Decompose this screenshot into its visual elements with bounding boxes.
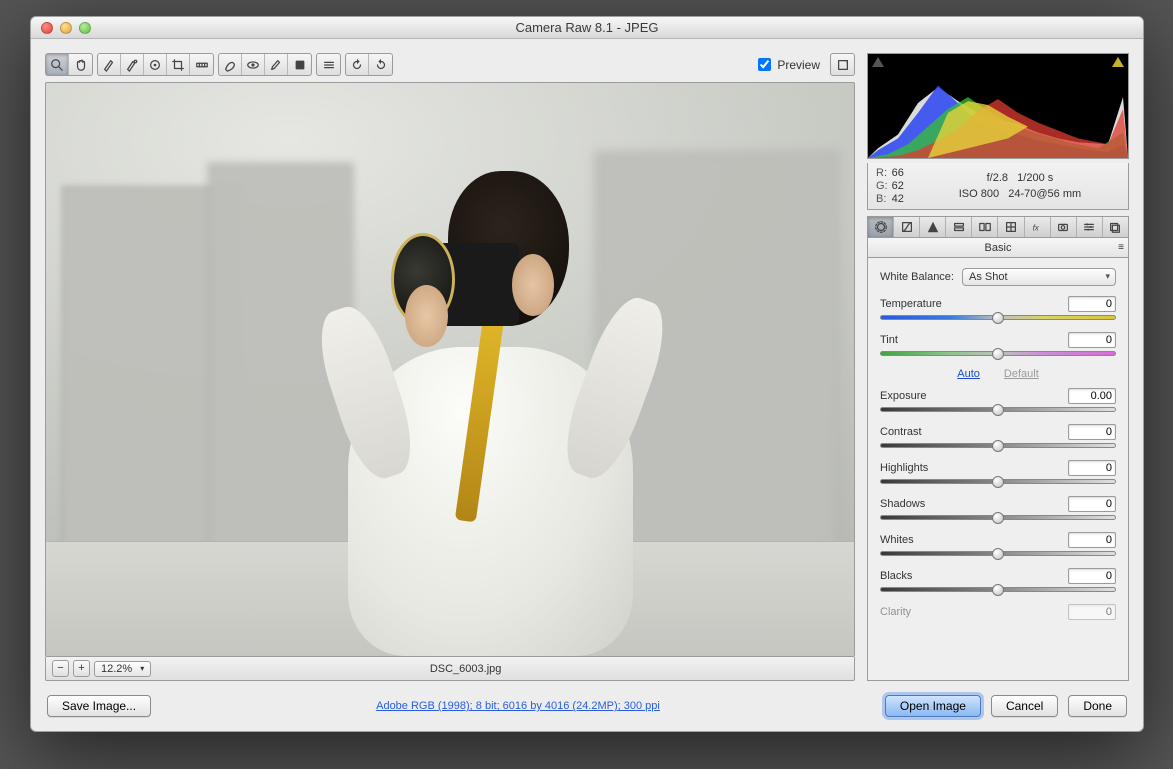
- adjustment-brush-icon[interactable]: [265, 54, 288, 75]
- white-balance-select[interactable]: As Shot: [962, 268, 1116, 286]
- grad-filter-icon[interactable]: [288, 54, 311, 75]
- redeye-tool-icon[interactable]: [242, 54, 265, 75]
- highlights-input[interactable]: [1068, 460, 1116, 476]
- image-status-bar: − + 12.2%▾ DSC_6003.jpg: [45, 657, 855, 681]
- save-image-button[interactable]: Save Image...: [47, 695, 151, 717]
- clarity-input[interactable]: [1068, 604, 1116, 620]
- close-icon[interactable]: [41, 22, 53, 34]
- panel-title-bar: Basic ≡: [867, 238, 1129, 258]
- preview-label: Preview: [777, 58, 820, 72]
- whites-input[interactable]: [1068, 532, 1116, 548]
- photo-content: [46, 83, 854, 656]
- r-label: R:: [876, 167, 888, 179]
- exposure-label: Exposure: [880, 390, 926, 402]
- tab-hsl-icon[interactable]: [946, 217, 972, 237]
- zoom-value: 12.2%: [101, 663, 132, 675]
- blacks-input[interactable]: [1068, 568, 1116, 584]
- camera-raw-window: Camera Raw 8.1 - JPEG: [30, 16, 1144, 732]
- tab-snapshots-icon[interactable]: [1103, 217, 1128, 237]
- preview-toggle[interactable]: Preview: [758, 58, 820, 72]
- tab-camera-calibration-icon[interactable]: [1051, 217, 1077, 237]
- temperature-label: Temperature: [880, 298, 942, 310]
- titlebar: Camera Raw 8.1 - JPEG: [31, 17, 1143, 39]
- shadows-label: Shadows: [880, 498, 925, 510]
- spot-removal-icon[interactable]: [219, 54, 242, 75]
- highlight-clipping-icon[interactable]: [1112, 57, 1124, 67]
- tab-lens-corrections-icon[interactable]: [998, 217, 1024, 237]
- color-sampler-icon[interactable]: [121, 54, 144, 75]
- open-image-button[interactable]: Open Image: [885, 695, 981, 717]
- bottom-bar: Save Image... Adobe RGB (1998); 8 bit; 6…: [45, 691, 1129, 717]
- g-value: 62: [892, 180, 904, 192]
- tab-split-toning-icon[interactable]: [972, 217, 998, 237]
- svg-text:fx: fx: [1033, 224, 1040, 233]
- zoom-select[interactable]: 12.2%▾: [94, 661, 151, 677]
- blacks-label: Blacks: [880, 570, 912, 582]
- histogram[interactable]: [867, 53, 1129, 159]
- minimize-icon[interactable]: [60, 22, 72, 34]
- rotate-ccw-icon[interactable]: [346, 54, 369, 75]
- tab-effects-icon[interactable]: fx: [1025, 217, 1051, 237]
- image-preview[interactable]: [45, 82, 855, 657]
- fullscreen-icon[interactable]: [831, 54, 854, 75]
- whites-slider[interactable]: [880, 551, 1116, 556]
- rotate-cw-icon[interactable]: [369, 54, 392, 75]
- white-balance-label: White Balance:: [880, 271, 954, 283]
- temperature-slider[interactable]: [880, 315, 1116, 320]
- highlights-slider[interactable]: [880, 479, 1116, 484]
- b-value: 42: [892, 193, 904, 205]
- zoom-out-button[interactable]: −: [52, 660, 69, 677]
- exposure-slider[interactable]: [880, 407, 1116, 412]
- default-link[interactable]: Default: [1004, 368, 1039, 380]
- white-balance-tool-icon[interactable]: [98, 54, 121, 75]
- contrast-input[interactable]: [1068, 424, 1116, 440]
- tab-tone-curve-icon[interactable]: [894, 217, 920, 237]
- done-button[interactable]: Done: [1068, 695, 1127, 717]
- contrast-slider[interactable]: [880, 443, 1116, 448]
- hand-tool-icon[interactable]: [69, 54, 92, 75]
- panel-title: Basic: [985, 242, 1012, 254]
- window-title: Camera Raw 8.1 - JPEG: [31, 20, 1143, 35]
- exposure-input[interactable]: [1068, 388, 1116, 404]
- tab-presets-icon[interactable]: [1077, 217, 1103, 237]
- filename-label: DSC_6003.jpg: [157, 663, 774, 675]
- shadows-slider[interactable]: [880, 515, 1116, 520]
- blacks-slider[interactable]: [880, 587, 1116, 592]
- shadow-clipping-icon[interactable]: [872, 57, 884, 67]
- tint-label: Tint: [880, 334, 898, 346]
- g-label: G:: [876, 180, 888, 192]
- basic-panel: White Balance: As Shot Temperature Tint …: [867, 258, 1129, 681]
- tint-input[interactable]: [1068, 332, 1116, 348]
- cancel-button[interactable]: Cancel: [991, 695, 1058, 717]
- tab-detail-icon[interactable]: [920, 217, 946, 237]
- shadows-input[interactable]: [1068, 496, 1116, 512]
- panel-menu-icon[interactable]: ≡: [1118, 242, 1124, 253]
- r-value: 66: [892, 167, 904, 179]
- clarity-label: Clarity: [880, 606, 911, 618]
- tab-basic-icon[interactable]: [868, 217, 894, 237]
- zoom-tool-icon[interactable]: [46, 54, 69, 75]
- exif-info: f/2.8 1/200 s ISO 800 24-70@56 mm: [920, 170, 1120, 203]
- workflow-options-link[interactable]: Adobe RGB (1998); 8 bit; 6016 by 4016 (2…: [151, 700, 885, 712]
- contrast-label: Contrast: [880, 426, 922, 438]
- straighten-tool-icon[interactable]: [190, 54, 213, 75]
- traffic-lights: [31, 22, 91, 34]
- info-panel: R: G: B: 66 62 42 f/2.8 1/200 s ISO 800 …: [867, 163, 1129, 210]
- toolbar: Preview: [45, 53, 855, 76]
- panel-tabs: fx: [867, 216, 1129, 238]
- target-adjust-icon[interactable]: [144, 54, 167, 75]
- auto-link[interactable]: Auto: [957, 368, 980, 380]
- highlights-label: Highlights: [880, 462, 928, 474]
- temperature-input[interactable]: [1068, 296, 1116, 312]
- whites-label: Whites: [880, 534, 914, 546]
- crop-tool-icon[interactable]: [167, 54, 190, 75]
- tint-slider[interactable]: [880, 351, 1116, 356]
- zoom-in-button[interactable]: +: [73, 660, 90, 677]
- radial-filter-icon[interactable]: [317, 54, 340, 75]
- b-label: B:: [876, 193, 888, 205]
- zoom-icon[interactable]: [79, 22, 91, 34]
- preview-checkbox[interactable]: [758, 58, 771, 71]
